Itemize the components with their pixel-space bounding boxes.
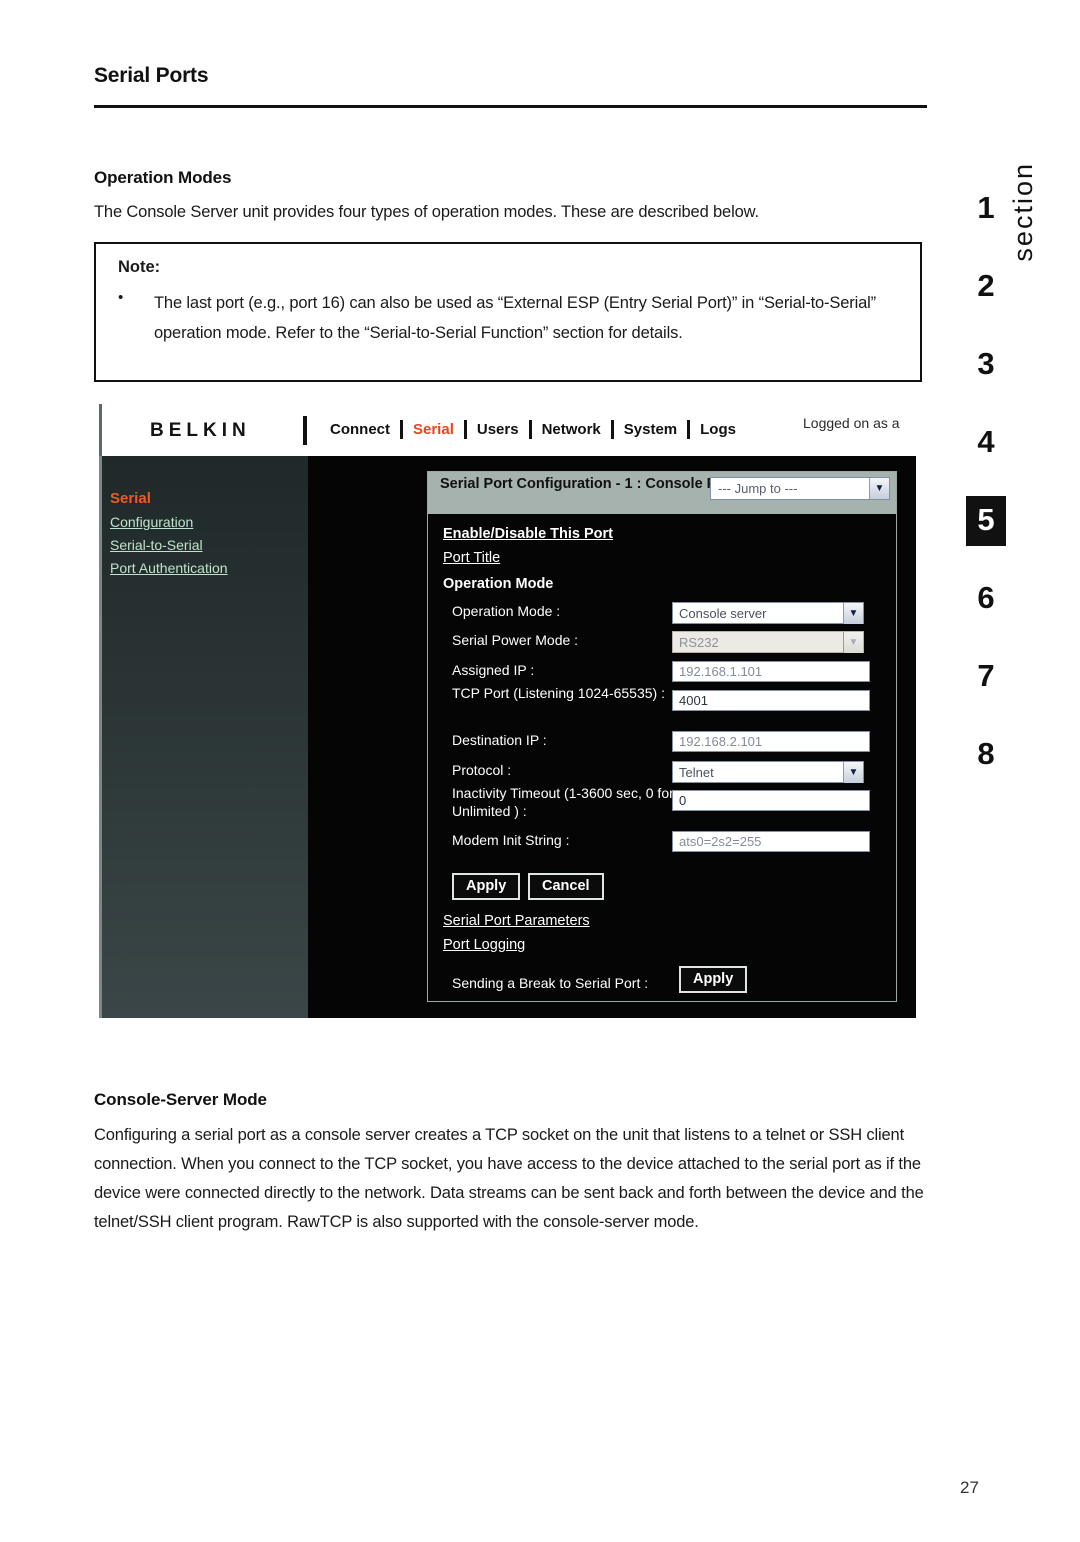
- field-label-7: Modem Init String :: [452, 832, 570, 848]
- field-label-2: Assigned IP :: [452, 662, 535, 678]
- apply-button[interactable]: Apply: [452, 873, 521, 900]
- belkin-logo: BELKIN: [150, 420, 251, 441]
- select-value: RS232: [679, 634, 719, 650]
- jump-to-select[interactable]: --- Jump to --- ▼: [710, 477, 890, 500]
- logged-on-status: Logged on as a: [803, 415, 900, 431]
- select-operation-mode[interactable]: Console server ▼: [672, 602, 864, 624]
- input-inactivity-timeout-1-3600-sec-0-for-unlimited[interactable]: 0: [672, 790, 870, 811]
- field-control-wrap-3: 4001: [672, 690, 870, 711]
- link-port-title[interactable]: Port Title: [443, 550, 500, 566]
- sidebar-link-configuration[interactable]: Configuration: [110, 514, 193, 530]
- app-navigation: Connect Serial Users Network System Logs: [320, 420, 746, 439]
- section-number-5-active: 5: [966, 496, 1006, 546]
- sidebar-title-serial: Serial: [110, 490, 151, 507]
- section-number-7: 7: [977, 658, 995, 693]
- section-number-1: 1: [977, 190, 995, 225]
- sidebar-link-port-authentication[interactable]: Port Authentication: [110, 560, 228, 576]
- chevron-down-icon[interactable]: ▼: [843, 761, 863, 783]
- field-label-5: Protocol :: [452, 762, 512, 778]
- chevron-down-icon[interactable]: ▼: [869, 478, 889, 499]
- console-server-paragraph: Configuring a serial port as a console s…: [94, 1126, 924, 1231]
- section-rail-word: section: [1008, 162, 1038, 262]
- field-control-wrap-5: Telnet ▼: [672, 761, 864, 783]
- operation-mode-section-heading: Operation Mode: [443, 576, 554, 592]
- panel-body: Enable/Disable This Port Port Title Oper…: [428, 514, 896, 1001]
- note-label: Note:: [118, 258, 161, 276]
- field-control-wrap-6: 0: [672, 790, 870, 811]
- jump-to-value: --- Jump to ---: [718, 481, 798, 496]
- section-number-3: 3: [977, 346, 995, 381]
- field-label-4: Destination IP :: [452, 732, 547, 748]
- note-box: Note: • The last port (e.g., port 16) ca…: [94, 242, 922, 382]
- console-server-mode-heading: Console-Server Mode: [94, 1090, 267, 1109]
- nav-item-serial[interactable]: Serial: [403, 421, 464, 438]
- app-content-area: Serial Port Configuration - 1 : Console …: [308, 456, 916, 1018]
- field-control-wrap-2: 192.168.1.101: [672, 661, 870, 682]
- chevron-down-icon: ▼: [843, 631, 863, 653]
- nav-item-network[interactable]: Network: [532, 421, 611, 438]
- nav-item-logs[interactable]: Logs: [690, 421, 746, 438]
- input-assigned-ip[interactable]: 192.168.1.101: [672, 661, 870, 682]
- note-text: The last port (e.g., port 16) can also b…: [154, 294, 877, 342]
- nav-item-users[interactable]: Users: [467, 421, 529, 438]
- link-port-logging[interactable]: Port Logging: [443, 937, 525, 953]
- intro-paragraph: The Console Server unit provides four ty…: [94, 203, 759, 221]
- field-label-6: Inactivity Timeout (1-3600 sec, 0 for Un…: [452, 785, 674, 819]
- cancel-button[interactable]: Cancel: [528, 873, 604, 900]
- field-label-0: Operation Mode :: [452, 603, 561, 619]
- field-control-wrap-4: 192.168.2.101: [672, 731, 870, 752]
- section-number-8: 8: [977, 736, 995, 771]
- section-number-6: 6: [977, 580, 995, 615]
- field-label-1: Serial Power Mode :: [452, 632, 579, 648]
- serial-port-config-panel: Serial Port Configuration - 1 : Console …: [427, 471, 897, 1002]
- app-screenshot: BELKIN Connect Serial Users Network System Lo…: [99, 404, 916, 1018]
- field-control-wrap-1: RS232 ▼: [672, 631, 864, 653]
- nav-item-connect[interactable]: Connect: [320, 421, 400, 438]
- field-control-wrap-0: Console server ▼: [672, 602, 864, 624]
- select-value: Console server: [679, 605, 767, 621]
- field-control-wrap-7: ats0=2s2=255: [672, 831, 870, 852]
- section-number-2: 2: [977, 268, 995, 303]
- nav-item-system[interactable]: System: [614, 421, 687, 438]
- sidebar-link-serial-to-serial[interactable]: Serial-to-Serial: [110, 537, 203, 553]
- send-break-apply-button[interactable]: Apply: [679, 966, 748, 993]
- field-label-3: TCP Port (Listening 1024-65535) :: [452, 685, 665, 701]
- link-enable-disable-this-port[interactable]: Enable/Disable This Port: [443, 526, 613, 542]
- nav-leading-divider: [303, 416, 307, 445]
- send-break-label: Sending a Break to Serial Port :: [452, 975, 649, 991]
- page-title: Serial Ports: [94, 64, 209, 87]
- note-bullet-icon: •: [118, 289, 124, 306]
- input-tcp-port-listening-1024-65535[interactable]: 4001: [672, 690, 870, 711]
- select-serial-power-mode: RS232 ▼: [672, 631, 864, 653]
- panel-titlebar: Serial Port Configuration - 1 : Console …: [428, 472, 896, 514]
- app-header: BELKIN Connect Serial Users Network System Lo…: [99, 404, 916, 456]
- input-modem-init-string[interactable]: ats0=2s2=255: [672, 831, 870, 852]
- section-rail: section 1 2 3 4 5 6 7 8: [952, 150, 1062, 790]
- input-destination-ip[interactable]: 192.168.2.101: [672, 731, 870, 752]
- select-value: Telnet: [679, 764, 714, 780]
- app-sidebar: Serial Configuration Serial-to-Serial Port…: [99, 456, 308, 1018]
- operation-modes-heading: Operation Modes: [94, 168, 232, 187]
- title-divider: [94, 105, 927, 108]
- chevron-down-icon[interactable]: ▼: [843, 602, 863, 624]
- link-serial-port-parameters[interactable]: Serial Port Parameters: [443, 913, 590, 929]
- page-number: 27: [960, 1478, 979, 1497]
- select-protocol[interactable]: Telnet ▼: [672, 761, 864, 783]
- section-number-4: 4: [977, 424, 995, 459]
